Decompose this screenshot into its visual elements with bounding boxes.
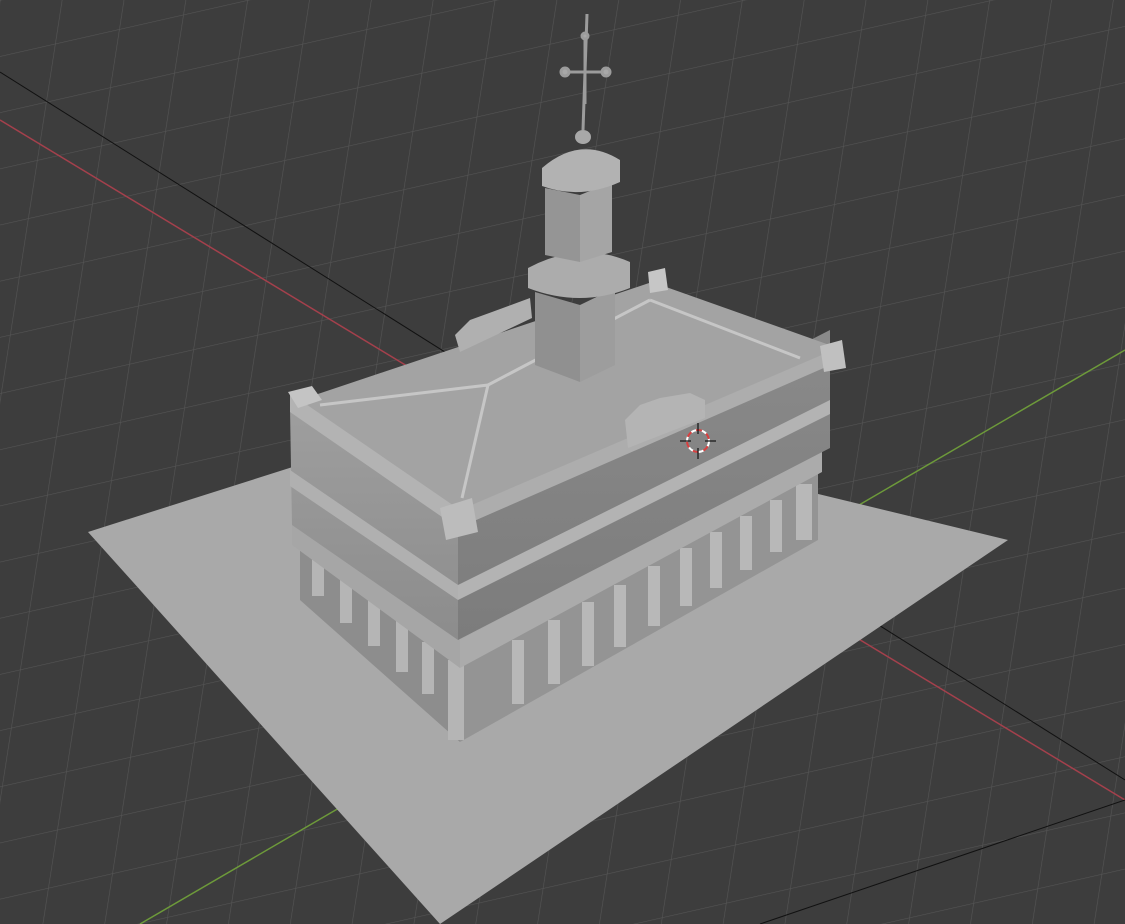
corner-block-back: [648, 268, 668, 293]
3d-viewport[interactable]: [0, 0, 1125, 924]
tower-upper-face-left: [545, 188, 580, 262]
tower-upper-face-right: [580, 182, 612, 262]
tower-finial-ball: [575, 130, 591, 144]
